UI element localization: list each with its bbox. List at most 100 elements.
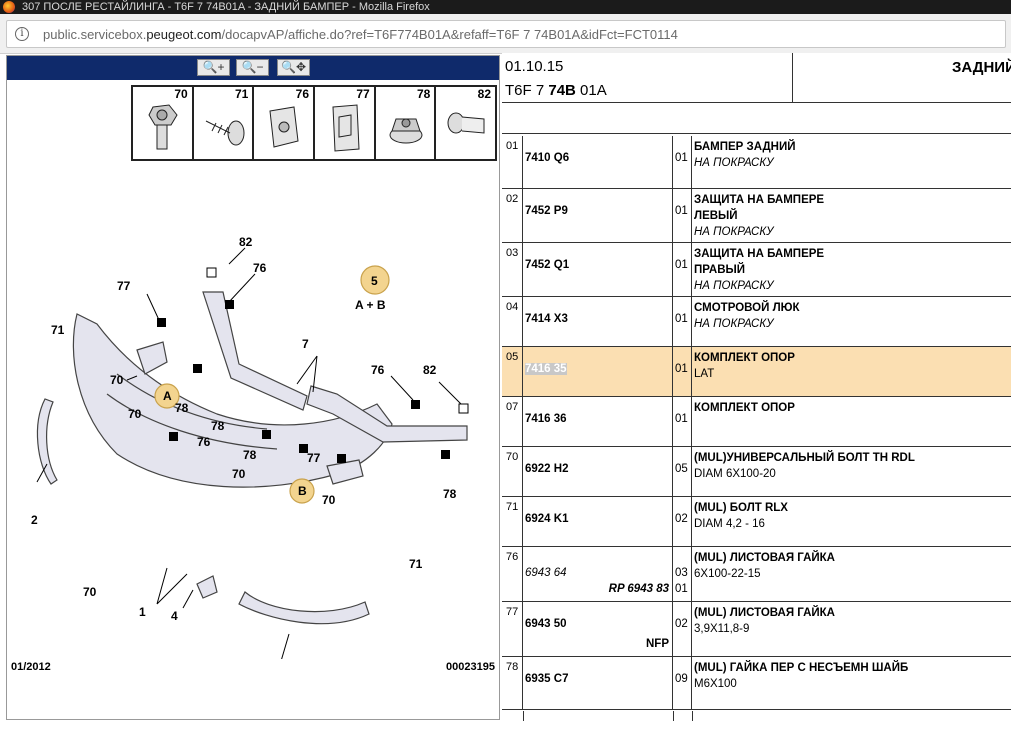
site-info-icon[interactable]: i <box>15 27 29 41</box>
row-description: СМОТРОВОЙ ЛЮК НА ПОКРАСКУ <box>693 297 1011 346</box>
part-title: (MUL)УНИВЕРСАЛЬНЫЙ БОЛТ TH RDL <box>694 452 915 464</box>
row-index: 04 <box>502 297 523 346</box>
row-ref-cell: 6924 K1 <box>523 497 673 546</box>
zoom-move-button[interactable]: 🔍✥ <box>277 59 310 76</box>
part-number[interactable]: 7416 36 <box>525 413 567 425</box>
part-title: КОМПЛЕКТ ОПОР <box>694 352 795 364</box>
row-description: КОМПЛЕКТ ОПОР <box>693 397 1011 446</box>
part-number[interactable]: 6943 50 <box>525 618 567 630</box>
zoom-toolbar: 🔍+ 🔍− 🔍✥ <box>7 56 499 80</box>
bracket-left <box>136 341 168 375</box>
row-qty-cell: 03 01 <box>673 547 692 601</box>
quantity: 02 <box>675 618 688 630</box>
part-number[interactable]: 7416 35 <box>525 363 567 375</box>
row-ref-cell: 6922 H2 <box>523 447 673 496</box>
callout-70: 70 <box>128 407 142 421</box>
callout-77: 77 <box>117 279 131 293</box>
header-title: ЗАДНИЙ БАМПЕР <box>952 59 1011 76</box>
replacement-part-number[interactable]: RP 6943 83 <box>609 583 669 595</box>
parts-pane: 01.10.15 T6F 7 74B 01A ЗАДНИЙ БАМПЕР 017… <box>502 53 1011 721</box>
legend-item-sheet-nut: 76 <box>254 87 316 159</box>
window-title-bar: 307 ПОСЛЕ РЕСТАЙЛИНГА - T6F 7 74B01A - З… <box>0 0 1011 14</box>
header-code: T6F 7 74B 01A <box>505 82 607 99</box>
row-description: (MUL) ЛИСТОВАЯ ГАЙКА 3,9X11,8-9 <box>693 602 1011 656</box>
row-description: (MUL) ЛИСТОВАЯ ГАЙКА 6X100-22-15 <box>693 547 1011 601</box>
bracket-upper <box>202 291 308 411</box>
part-title-line2: ЛЕВЫЙ <box>694 210 738 222</box>
callout-78: 78 <box>211 419 225 433</box>
zoom-in-button[interactable]: 🔍+ <box>197 59 230 76</box>
callout-76: 76 <box>371 363 385 377</box>
access-hatch <box>196 575 218 599</box>
part-number[interactable]: 6943 64 <box>525 567 567 579</box>
row-qty-cell: 01 <box>673 243 692 296</box>
part-number[interactable]: 7410 Q6 <box>525 152 569 164</box>
callout-82: 82 <box>423 363 437 377</box>
table-row[interactable]: 02 7452 P9 01 ЗАЩИТА НА БАМПЕРЕ ЛЕВЫЙ НА ПОКР… <box>502 189 1011 243</box>
callout-70: 70 <box>322 493 336 507</box>
table-row[interactable]: 07 7416 36 01 КОМПЛЕКТ ОПОР <box>502 397 1011 447</box>
marker-a: A <box>163 389 172 403</box>
row-index: 70 <box>502 447 523 496</box>
row-ref-cell: 7416 36 <box>523 397 673 446</box>
callout-5: 5 <box>371 274 378 288</box>
address-bar[interactable]: i public.servicebox.peugeot.com/docapvAP… <box>6 20 1006 48</box>
row-description: (MUL)УНИВЕРСАЛЬНЫЙ БОЛТ TH RDL DIAM 6X100… <box>693 447 1011 496</box>
part-note: НА ПОКРАСКУ <box>694 157 774 169</box>
callout-70: 70 <box>83 585 97 599</box>
table-row[interactable]: 71 6924 K1 02 (MUL) БОЛТ RLX DIAM 4,2 - 16 <box>502 497 1011 547</box>
row-description: КОМПЛЕКТ ОПОР LAT <box>693 347 1011 396</box>
row-qty-cell: 01 <box>673 136 692 188</box>
header-date: 01.10.15 <box>505 58 564 75</box>
row-description: ЗАЩИТА НА БАМПЕРЕ ЛЕВЫЙ НА ПОКРАСКУ <box>693 189 1011 242</box>
table-row[interactable]: 76 6943 64 RP 6943 83 03 01 (MUL) ЛИСТОВАЯ ГА… <box>502 547 1011 602</box>
row-ref-cell: 6943 64 RP 6943 83 <box>523 547 673 601</box>
part-title: ЗАЩИТА НА БАМПЕРЕ <box>694 248 825 260</box>
row-index: 02 <box>502 189 523 242</box>
callout-78: 78 <box>243 448 257 462</box>
table-row[interactable]: 01 7410 Q6 01 БАМПЕР ЗАДНИЙ НА ПОКРАСКУ <box>502 136 1011 189</box>
marker-b: B <box>298 484 307 498</box>
part-note: M6X100 <box>694 678 737 690</box>
quantity: 09 <box>675 673 688 685</box>
firefox-logo-icon <box>3 1 15 13</box>
callout-82: 82 <box>239 235 253 249</box>
url-text[interactable]: public.servicebox.peugeot.com/docapvAP/a… <box>43 27 678 42</box>
zoom-out-button[interactable]: 🔍− <box>236 59 269 76</box>
part-title: ЗАЩИТА НА БАМПЕРЕ <box>694 194 825 206</box>
row-index: 77 <box>502 602 523 656</box>
callout-2: 2 <box>31 513 38 527</box>
callout-1: 1 <box>139 605 146 619</box>
table-row[interactable]: 78 6935 C7 09 (MUL) ГАЙКА ПЕР С НЕСЪЕМН ШАЙ… <box>502 657 1011 710</box>
part-number[interactable]: 7452 Q1 <box>525 259 569 271</box>
part-number[interactable]: 6924 K1 <box>525 513 568 525</box>
navigation-bar: i public.servicebox.peugeot.com/docapvAP… <box>0 14 1011 54</box>
row-index: 01 <box>502 136 523 188</box>
part-note: DIAM 4,2 - 16 <box>694 518 765 530</box>
callout-76: 76 <box>253 261 267 275</box>
part-number[interactable]: 7414 X3 <box>525 313 568 325</box>
row-index: 78 <box>502 657 523 709</box>
flange-nut-icon <box>389 118 423 144</box>
row-qty-cell: 01 <box>673 397 692 446</box>
table-row[interactable]: 05 7416 35 01 КОМПЛЕКТ ОПОР LAT <box>502 347 1011 397</box>
callout-7: 7 <box>302 337 309 351</box>
part-title: (MUL) ГАЙКА ПЕР С НЕСЪЕМН ШАЙБ <box>694 662 909 674</box>
part-number[interactable]: 7452 P9 <box>525 205 568 217</box>
part-note: LAT <box>694 368 715 380</box>
table-row[interactable]: 70 6922 H2 05 (MUL)УНИВЕРСАЛЬНЫЙ БОЛТ TH RD… <box>502 447 1011 497</box>
nfp-flag: NFP <box>646 638 669 650</box>
part-number[interactable]: 6935 C7 <box>525 673 568 685</box>
table-row[interactable]: 03 7452 Q1 01 ЗАЩИТА НА БАМПЕРЕ ПРАВЫЙ НА ПОК… <box>502 243 1011 297</box>
part-number[interactable]: 6922 H2 <box>525 463 568 475</box>
quantity: 01 <box>675 152 688 164</box>
sheet-nut-icon <box>269 106 299 148</box>
table-row[interactable]: 77 6943 50 NFP 02 (MUL) ЛИСТОВАЯ ГАЙКА 3,9X11… <box>502 602 1011 657</box>
quantity: 03 <box>675 567 688 579</box>
fastener-legend: 70 71 76 77 78 82 <box>131 85 497 161</box>
row-index: 05 <box>502 347 523 396</box>
clip-nut-icon <box>332 104 360 152</box>
header-spacer <box>502 104 1011 134</box>
quantity: 01 <box>675 313 688 325</box>
table-row[interactable]: 04 7414 X3 01 СМОТРОВОЙ ЛЮК НА ПОКРАСКУ <box>502 297 1011 347</box>
